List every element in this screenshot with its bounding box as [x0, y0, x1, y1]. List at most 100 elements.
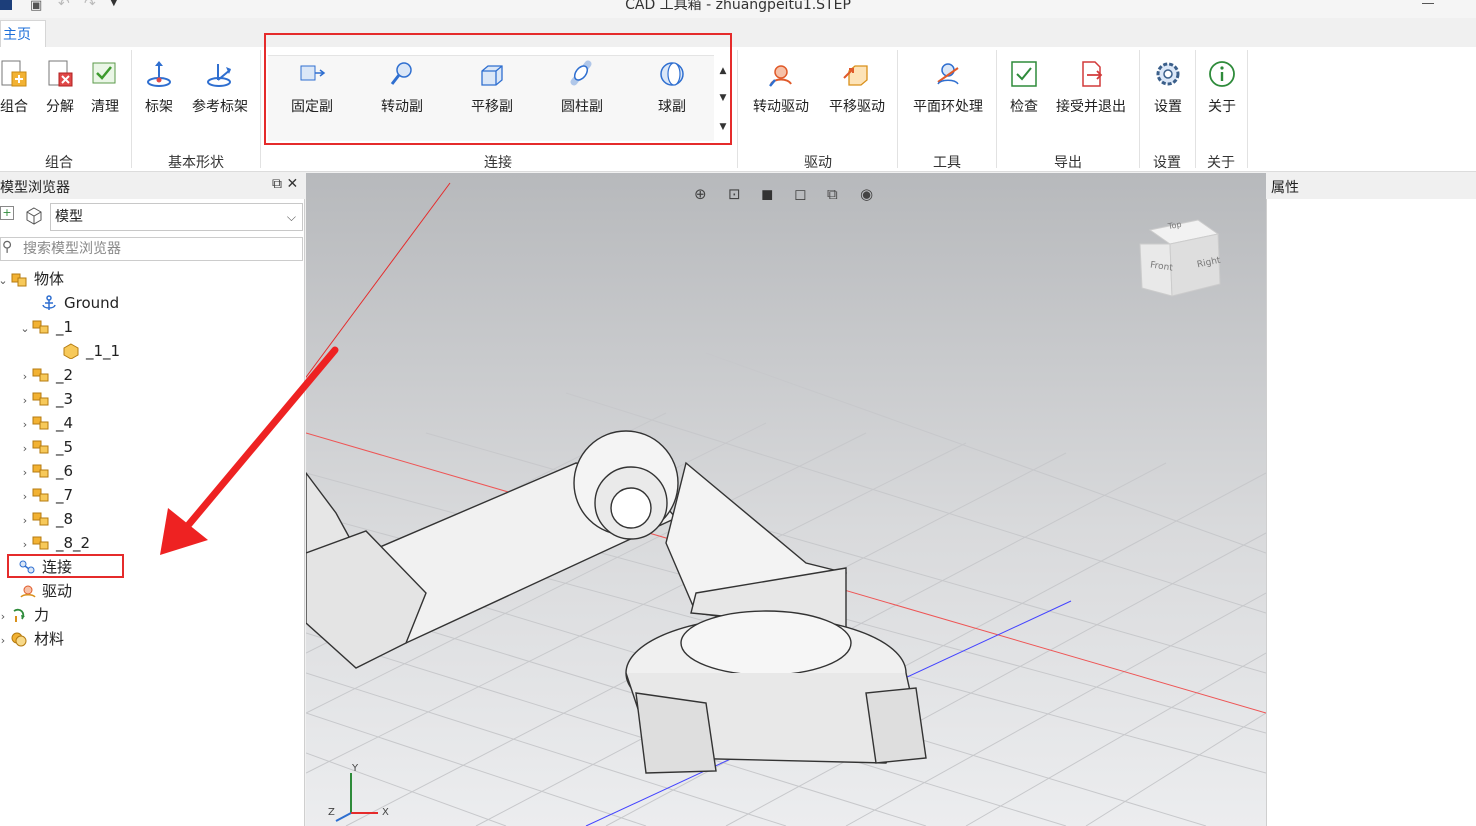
check-button[interactable]: 检查: [1004, 58, 1044, 116]
tree-item-drives[interactable]: 驱动: [4, 579, 72, 603]
tree-item-part[interactable]: › _3: [18, 387, 73, 411]
rotational-drive-icon: [769, 65, 792, 87]
chevron-right-icon[interactable]: ›: [0, 629, 10, 653]
chevron-right-icon[interactable]: ›: [18, 437, 32, 461]
window-title: CAD 工具箱 - zhuangpeitu1.STEP: [625, 0, 851, 13]
tree-label: _5: [56, 438, 74, 456]
group-label-drive: 驱动: [804, 155, 832, 171]
group-label-connect: 连接: [484, 155, 512, 171]
accept-and-exit-button[interactable]: 接受并退出: [1052, 58, 1130, 116]
tree-item-part[interactable]: › _8: [18, 507, 73, 531]
y-axis-label: Y: [352, 763, 359, 774]
chevron-down-icon: ⌵: [286, 210, 296, 224]
hidden-line-icon[interactable]: ◻: [794, 185, 806, 203]
tree-item-ground[interactable]: Ground: [26, 291, 119, 315]
chevron-right-icon[interactable]: ›: [18, 365, 32, 389]
tree-item-materials[interactable]: › 材料: [0, 627, 64, 651]
chevron-right-icon[interactable]: ›: [18, 461, 32, 485]
translational-drive-button[interactable]: 平移驱动: [824, 58, 890, 116]
cube-view-icon[interactable]: [24, 206, 44, 226]
tree-item-bodies[interactable]: ⌄ 物体: [0, 267, 64, 291]
group-label-basic-shapes: 基本形状: [168, 155, 224, 171]
gear-icon: [1156, 62, 1180, 86]
zoom-window-icon[interactable]: ⊡: [728, 185, 741, 203]
group-label-tools: 工具: [933, 155, 961, 171]
minimize-icon[interactable]: [1422, 0, 1434, 4]
about-button[interactable]: 关于: [1202, 58, 1242, 116]
clean-icon: [92, 62, 116, 84]
ribbon-separator: [996, 50, 997, 168]
tree-label: 力: [34, 606, 50, 624]
tree-item-part[interactable]: › _2: [18, 363, 73, 387]
model-selector[interactable]: 模型 ⌵: [50, 203, 303, 231]
assembly-icon: [32, 440, 49, 454]
material-icon: [11, 632, 27, 647]
ribbon-separator: [260, 50, 261, 168]
translational-drive-icon: [843, 65, 868, 86]
chevron-right-icon[interactable]: ›: [0, 605, 10, 629]
viewport-scene: [306, 182, 1266, 826]
tree-label: _8_2: [56, 534, 91, 552]
tree-label: Ground: [64, 294, 120, 312]
shaded-view-icon[interactable]: ◼: [761, 185, 773, 203]
reference-frame-button[interactable]: 参考标架: [189, 58, 251, 116]
combine-icon: [1, 60, 27, 87]
assembly-icon: [32, 392, 49, 406]
tree-item-part[interactable]: › _7: [18, 483, 73, 507]
chevron-down-icon[interactable]: ⌄: [18, 317, 32, 341]
wireframe-icon[interactable]: ⧉: [827, 185, 838, 203]
ribbon-separator: [737, 50, 738, 168]
tree-label: 材料: [34, 630, 65, 648]
explode-icon: [48, 60, 73, 87]
group-label-about: 关于: [1207, 155, 1235, 171]
assembly-icon: [32, 368, 49, 382]
add-icon[interactable]: +: [0, 206, 14, 220]
clean-button[interactable]: 清理: [87, 58, 123, 116]
z-axis-label: Z: [328, 807, 335, 818]
search-icon: ⚲: [2, 239, 13, 255]
close-icon[interactable]: ✕: [286, 176, 298, 192]
tree-item-part[interactable]: _1_1: [48, 339, 120, 363]
chevron-right-icon[interactable]: ›: [18, 413, 32, 437]
panel-controls: ⧉ ✕: [272, 176, 298, 192]
group-label-export: 导出: [1054, 155, 1082, 171]
tree-item-part[interactable]: ⌄ _1: [18, 315, 73, 339]
planar-loop-button[interactable]: 平面环处理: [906, 58, 990, 116]
tree-label: 驱动: [42, 582, 73, 600]
combine-button[interactable]: 组合: [0, 58, 32, 116]
restore-icon[interactable]: ⧉: [272, 176, 282, 192]
properties-title: 属性: [1271, 180, 1299, 196]
tree-item-part[interactable]: › _5: [18, 435, 73, 459]
rotational-drive-button[interactable]: 转动驱动: [748, 58, 814, 116]
tree-label: _8: [56, 510, 74, 528]
tree-item-part[interactable]: › _8_2: [18, 531, 90, 555]
group-label-combine: 组合: [45, 155, 73, 171]
visibility-eye-icon[interactable]: ◉: [860, 185, 873, 203]
anchor-icon: [42, 295, 56, 310]
tree-item-part[interactable]: › _4: [18, 411, 73, 435]
tab-home[interactable]: 主页: [0, 20, 46, 48]
settings-button[interactable]: 设置: [1148, 58, 1188, 116]
explode-button[interactable]: 分解: [42, 58, 78, 116]
info-icon: [1209, 61, 1235, 87]
group-label-settings: 设置: [1153, 155, 1181, 171]
tree-item-part[interactable]: › _6: [18, 459, 73, 483]
part-icon: [63, 343, 79, 359]
chevron-down-icon[interactable]: ⌄: [0, 269, 10, 293]
connect-group-highlight: [264, 33, 732, 145]
connections-highlight: [7, 554, 124, 578]
tree-label: _2: [56, 366, 74, 384]
zoom-fit-icon[interactable]: ⊕: [694, 185, 707, 203]
tree-label: _1_1: [86, 342, 121, 360]
chevron-right-icon[interactable]: ›: [18, 509, 32, 533]
assembly-icon: [32, 320, 49, 334]
assembly-icon: [32, 536, 49, 550]
chevron-right-icon[interactable]: ›: [18, 389, 32, 413]
ribbon-separator: [1139, 50, 1140, 168]
model-search-input[interactable]: 搜索模型浏览器: [0, 237, 303, 261]
tree-item-forces[interactable]: › 力: [0, 603, 49, 627]
bodies-icon: [11, 273, 27, 287]
frame-button[interactable]: 标架: [140, 58, 178, 116]
check-icon: [1011, 61, 1037, 87]
chevron-right-icon[interactable]: ›: [18, 485, 32, 509]
